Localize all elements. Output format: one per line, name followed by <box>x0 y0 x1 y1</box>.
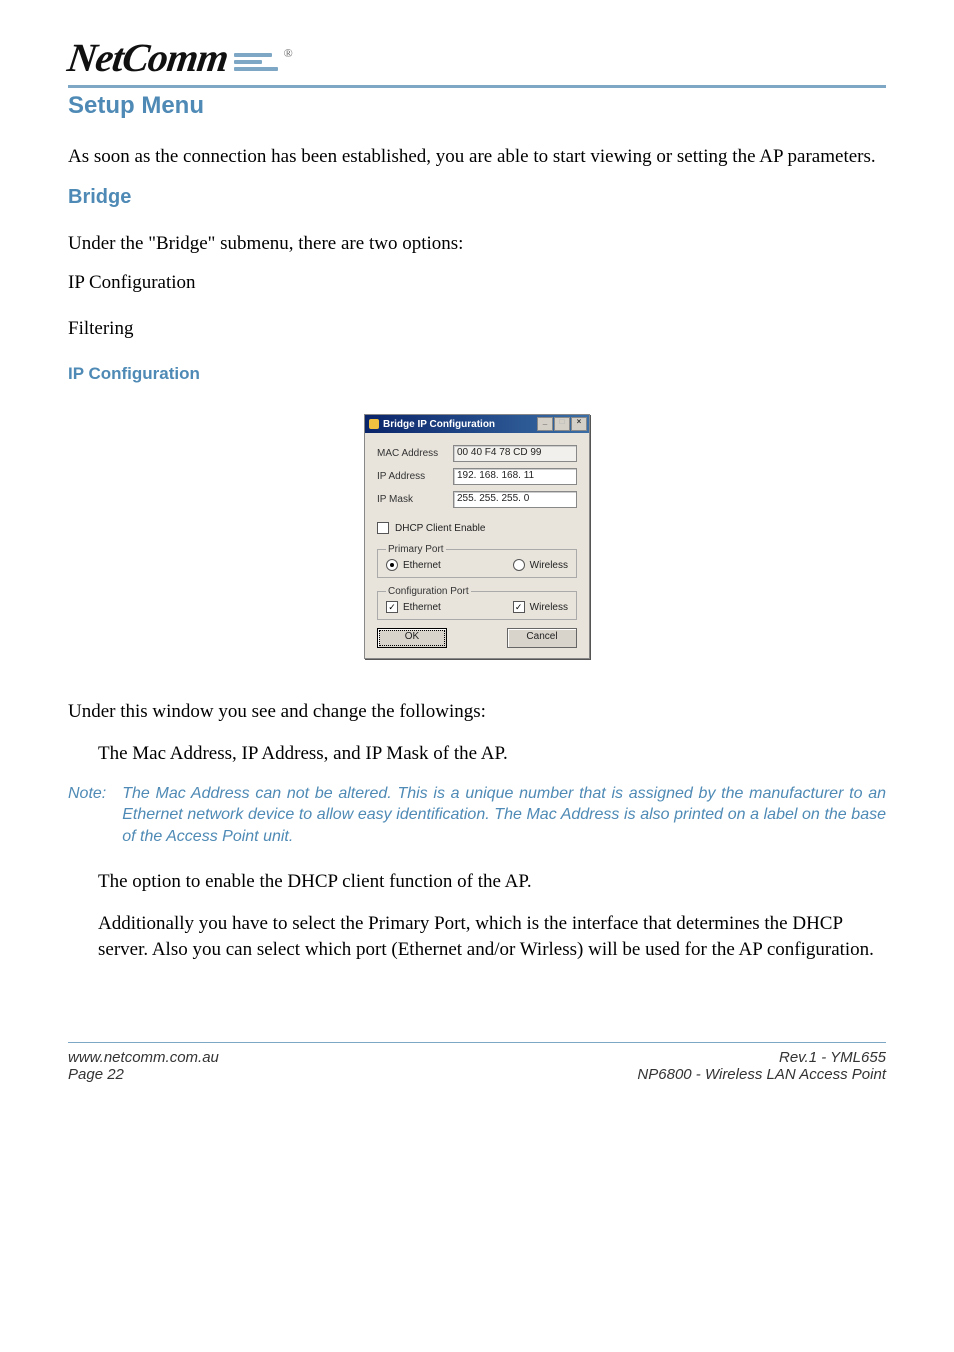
ip-mask-label: IP Mask <box>377 494 447 505</box>
ip-mask-field[interactable]: 255. 255. 255. 0 <box>453 491 577 508</box>
footer-page: Page 22 <box>68 1066 219 1083</box>
config-ethernet-checkbox[interactable]: ✓ <box>386 601 398 613</box>
dhcp-client-label: DHCP Client Enable <box>395 523 485 534</box>
section-bridge-heading: Bridge <box>68 186 886 209</box>
note-body: The Mac Address can not be altered. This… <box>122 783 886 848</box>
bridge-ip-config-dialog: Bridge IP Configuration _ □ × MAC Addres… <box>364 414 590 659</box>
ok-button[interactable]: OK <box>377 628 447 648</box>
ip-address-field[interactable]: 192. 168. 168. 11 <box>453 468 577 485</box>
after-dialog-text: Under this window you see and change the… <box>68 699 886 725</box>
logo-bars-icon <box>234 53 278 81</box>
minimize-button[interactable]: _ <box>537 417 553 431</box>
header-rule <box>68 85 886 88</box>
note-block: Note: The Mac Address can not be altered… <box>68 783 886 848</box>
footer-rule <box>68 1042 886 1043</box>
bridge-intro: Under the "Bridge" submenu, there are tw… <box>68 231 886 257</box>
bullet-primary-port: Additionally you have to select the Prim… <box>98 911 886 962</box>
close-button[interactable]: × <box>571 417 587 431</box>
option-ip-configuration: IP Configuration <box>68 272 886 294</box>
subsection-ip-config-heading: IP Configuration <box>68 364 886 384</box>
dhcp-client-checkbox[interactable] <box>377 522 389 534</box>
mac-address-label: MAC Address <box>377 448 447 459</box>
cancel-button[interactable]: Cancel <box>507 628 577 648</box>
dialog-titlebar[interactable]: Bridge IP Configuration _ □ × <box>365 415 589 433</box>
ip-address-label: IP Address <box>377 471 447 482</box>
note-label: Note: <box>68 783 106 848</box>
brand-logo: NetComm ® <box>68 34 886 81</box>
primary-wireless-radio[interactable] <box>513 559 525 571</box>
bullet-dhcp: The option to enable the DHCP client fun… <box>98 869 886 895</box>
footer-product: NP6800 - Wireless LAN Access Point <box>637 1066 886 1083</box>
page-title: Setup Menu <box>68 92 886 120</box>
footer-rev: Rev.1 - YML655 <box>637 1049 886 1066</box>
dialog-title: Bridge IP Configuration <box>383 419 495 430</box>
footer-url: www.netcomm.com.au <box>68 1049 219 1066</box>
primary-ethernet-label: Ethernet <box>403 560 441 571</box>
primary-ethernet-radio[interactable] <box>386 559 398 571</box>
config-ethernet-label: Ethernet <box>403 602 441 613</box>
primary-port-group: Primary Port Ethernet Wireless <box>377 544 577 578</box>
maximize-button: □ <box>554 417 570 431</box>
logo-text: NetComm <box>65 34 231 81</box>
option-filtering: Filtering <box>68 318 886 340</box>
app-icon <box>369 419 379 429</box>
page-footer: www.netcomm.com.au Page 22 Rev.1 - YML65… <box>68 1049 886 1083</box>
primary-port-legend: Primary Port <box>386 544 446 555</box>
configuration-port-legend: Configuration Port <box>386 586 471 597</box>
primary-wireless-label: Wireless <box>530 560 568 571</box>
config-wireless-label: Wireless <box>530 602 568 613</box>
configuration-port-group: Configuration Port ✓ Ethernet ✓ Wireless <box>377 586 577 620</box>
config-wireless-checkbox[interactable]: ✓ <box>513 601 525 613</box>
intro-paragraph: As soon as the connection has been estab… <box>68 144 886 170</box>
bullet-mac-ip-mask: The Mac Address, IP Address, and IP Mask… <box>98 741 886 767</box>
mac-address-field: 00 40 F4 78 CD 99 <box>453 445 577 462</box>
registered-mark: ® <box>284 46 293 81</box>
